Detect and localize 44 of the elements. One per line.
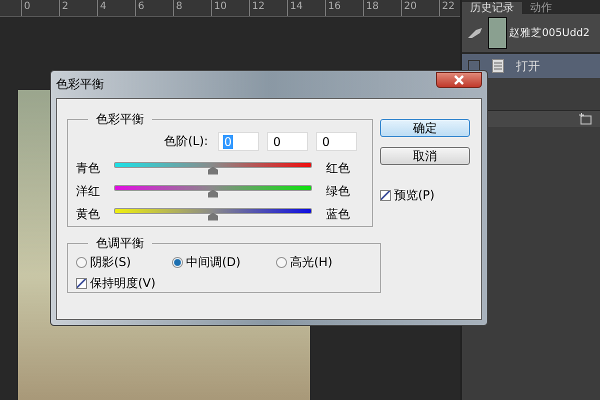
ruler-label: 0: [21, 0, 59, 16]
checkbox[interactable]: [76, 278, 87, 289]
panel-tab[interactable]: 动作: [522, 2, 560, 14]
close-button[interactable]: [436, 72, 482, 88]
ruler-label: 12: [249, 0, 287, 16]
ruler-label: 20: [401, 0, 439, 16]
ruler-label: 18: [363, 0, 401, 16]
ruler-label: 6: [135, 0, 173, 16]
color-slider[interactable]: [114, 162, 312, 176]
slider-label: 绿色: [326, 183, 351, 200]
level-input[interactable]: 0: [267, 132, 308, 151]
checkbox-label[interactable]: 保持明度(V): [90, 275, 156, 292]
levels-label: 色阶(L):: [164, 133, 208, 150]
close-icon: [453, 74, 465, 84]
thumbnail-placeholder: [488, 17, 507, 49]
ruler-label: 10: [211, 0, 249, 16]
history-item[interactable]: 打开: [462, 54, 600, 78]
color-slider[interactable]: [114, 208, 312, 222]
slider-label: 红色: [326, 160, 351, 177]
ruler-label: 16: [325, 0, 363, 16]
slider-label: 青色: [76, 160, 101, 177]
slider-label: 蓝色: [326, 206, 351, 223]
level-input[interactable]: 0: [316, 132, 358, 151]
ruler-label: 8: [173, 0, 211, 16]
slider-label: 黄色: [76, 206, 101, 223]
radio-option[interactable]: 阴影(S): [76, 254, 172, 271]
group-title: 色彩平衡: [95, 111, 145, 128]
dialog-button[interactable]: 取消: [380, 147, 470, 165]
radio-option[interactable]: 中间调(D): [172, 254, 268, 271]
ruler-label: 4: [97, 0, 135, 16]
checkbox-label[interactable]: 预览(P): [394, 187, 435, 204]
slider-label: 洋红: [76, 183, 101, 200]
color-slider[interactable]: [114, 184, 312, 198]
dialog-title: 色彩平衡: [56, 76, 104, 93]
new-snapshot-icon[interactable]: [578, 113, 592, 125]
group-title: 色调平衡: [95, 235, 145, 252]
checkbox[interactable]: [380, 190, 391, 201]
panel-tab[interactable]: 历史记录: [462, 2, 522, 14]
ruler-label: 2: [59, 0, 97, 16]
dialog-button[interactable]: 确定: [380, 119, 470, 137]
document-icon: [492, 59, 504, 73]
ruler-label: 14: [287, 0, 325, 16]
brush-icon: [466, 26, 484, 40]
radio-option[interactable]: 高光(H): [276, 254, 372, 271]
